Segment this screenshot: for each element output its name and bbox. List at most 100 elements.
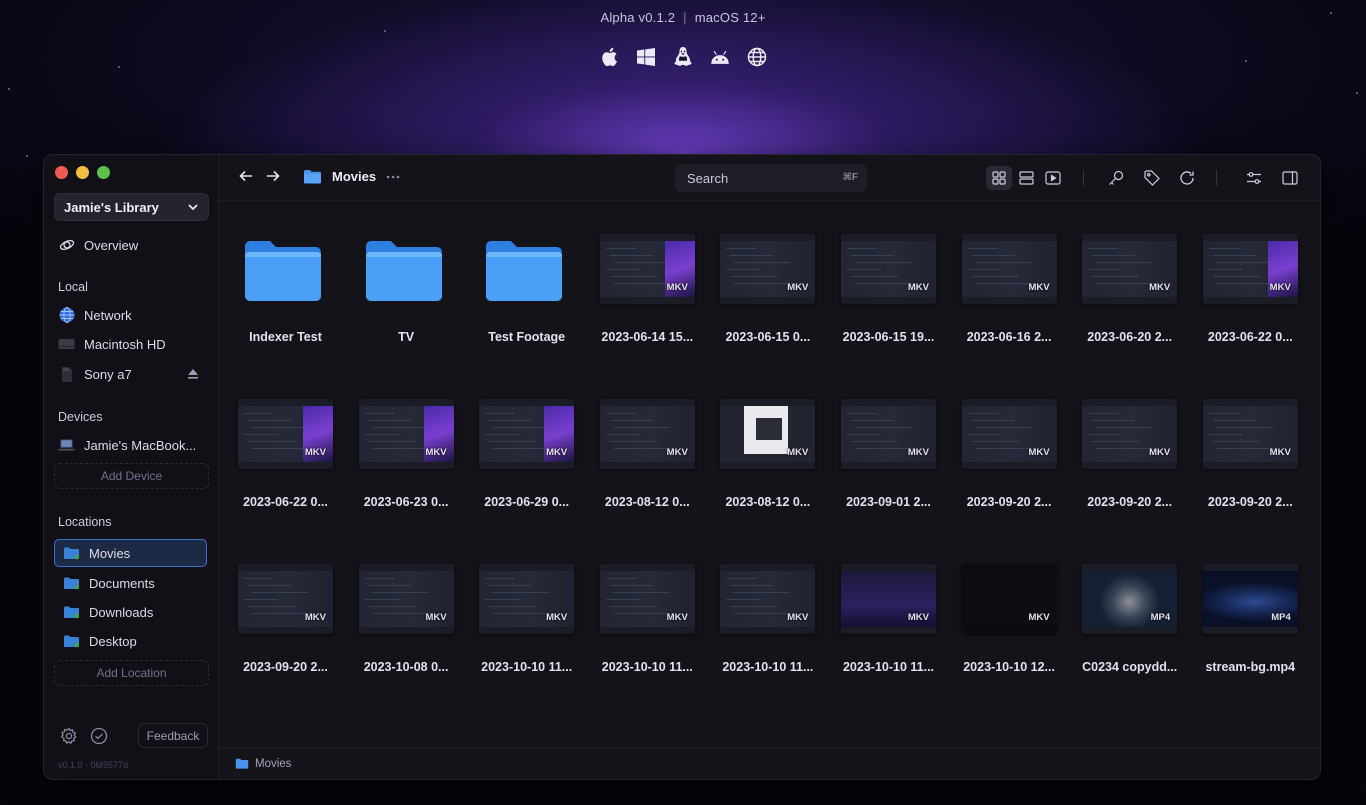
file-type-badge: MKV: [787, 282, 809, 293]
sidebar-item-sony-a7[interactable]: Sony a7: [58, 364, 132, 384]
file-name: 2023-09-20 2...: [243, 660, 328, 674]
video-item[interactable]: MKV 2023-08-12 0...: [587, 367, 708, 517]
sidebar-toggle-icon[interactable]: [1282, 170, 1298, 186]
windows-icon[interactable]: [636, 47, 656, 67]
video-item[interactable]: MKV 2023-06-16 2...: [949, 202, 1070, 352]
devices-heading: Devices: [58, 410, 103, 424]
sidebar-item-downloads[interactable]: Downloads: [63, 602, 153, 622]
video-thumbnail: MKV: [841, 564, 936, 634]
file-type-badge: MKV: [546, 447, 568, 458]
grid-view-icon[interactable]: [986, 166, 1012, 190]
video-item[interactable]: MKV 2023-06-22 0...: [225, 367, 346, 517]
file-name: Indexer Test: [249, 330, 322, 344]
check-circle-icon[interactable]: [90, 727, 108, 745]
video-item[interactable]: MP4 stream-bg.mp4: [1190, 532, 1311, 682]
folder-item[interactable]: TV: [346, 202, 467, 352]
video-item[interactable]: MKV 2023-06-20 2...: [1069, 202, 1190, 352]
sidebar-item-desktop[interactable]: Desktop: [63, 631, 137, 651]
folder-item[interactable]: Indexer Test: [225, 202, 346, 352]
file-name: 2023-06-14 15...: [601, 330, 694, 344]
video-thumbnail: MP4: [1082, 564, 1178, 634]
sidebar-item-macbook[interactable]: Jamie's MacBook...: [58, 435, 196, 455]
video-item[interactable]: MKV 2023-10-10 12...: [949, 532, 1070, 682]
video-thumbnail: MKV: [720, 234, 816, 304]
toolbar-divider: [1083, 170, 1084, 186]
video-item[interactable]: MKV 2023-06-23 0...: [346, 367, 467, 517]
add-device-button[interactable]: Add Device: [54, 463, 209, 489]
library-selector[interactable]: Jamie's Library: [54, 193, 209, 221]
sidebar-item-macintosh-hd[interactable]: Macintosh HD: [58, 334, 166, 354]
sidebar-item-movies[interactable]: Movies: [63, 543, 130, 563]
key-icon[interactable]: [1108, 170, 1124, 186]
video-thumbnail: MKV: [599, 564, 695, 634]
video-item[interactable]: MKV 2023-06-14 15...: [587, 202, 708, 352]
sidebar-item-network[interactable]: Network: [58, 305, 132, 325]
file-name: 2023-09-20 2...: [1207, 495, 1293, 509]
video-item[interactable]: MKV 2023-10-10 11...: [466, 532, 587, 682]
folder-icon: [304, 170, 321, 184]
macintosh-hd-label: Macintosh HD: [84, 336, 166, 352]
file-type-badge: MKV: [1269, 282, 1291, 293]
sd-card-icon: [58, 366, 75, 383]
drive-icon: [58, 336, 75, 353]
video-item[interactable]: MKV 2023-09-20 2...: [1069, 367, 1190, 517]
sidebar-item-overview[interactable]: Overview: [58, 235, 138, 255]
status-path: Movies: [255, 757, 292, 770]
video-item[interactable]: MKV 2023-06-15 19...: [828, 202, 949, 352]
video-thumbnail: MKV: [479, 399, 575, 469]
apple-icon[interactable]: [599, 47, 619, 67]
star: [1356, 92, 1358, 94]
video-item[interactable]: MP4 C0234 copydd...: [1069, 532, 1190, 682]
video-item[interactable]: MKV 2023-10-10 11...: [828, 532, 949, 682]
refresh-icon[interactable]: [1179, 170, 1195, 186]
chevron-down-icon: [188, 204, 198, 211]
explorer: Movies Search ⌘F Indexer Test TV Test Fo…: [219, 155, 1320, 779]
more-icon[interactable]: [386, 175, 400, 179]
gear-icon[interactable]: [60, 727, 78, 745]
list-view-icon[interactable]: [1019, 171, 1034, 185]
video-thumbnail: MKV: [720, 564, 816, 634]
desktop-label: Desktop: [89, 633, 137, 649]
video-item[interactable]: MKV 2023-09-01 2...: [828, 367, 949, 517]
video-item[interactable]: MKV 2023-06-22 0...: [1190, 202, 1311, 352]
video-thumbnail: MKV: [720, 399, 816, 469]
media-view-icon[interactable]: [1045, 171, 1061, 185]
folder-icon: [63, 545, 80, 562]
web-icon[interactable]: [747, 47, 767, 67]
forward-arrow-icon[interactable]: [266, 169, 280, 183]
tag-icon[interactable]: [1144, 170, 1160, 186]
minimize-window-button[interactable]: [76, 166, 89, 179]
video-thumbnail: MP4: [1202, 564, 1298, 634]
video-item[interactable]: MKV 2023-10-08 0...: [346, 532, 467, 682]
network-label: Network: [84, 307, 132, 323]
video-item[interactable]: MKV 2023-06-29 0...: [466, 367, 587, 517]
feedback-button[interactable]: Feedback: [138, 723, 208, 748]
video-thumbnail: MKV: [238, 399, 333, 469]
close-window-button[interactable]: [55, 166, 68, 179]
video-item[interactable]: MKV 2023-10-10 11...: [587, 532, 708, 682]
file-name: 2023-06-15 19...: [842, 330, 935, 344]
android-icon[interactable]: [710, 47, 730, 67]
folder-item[interactable]: Test Footage: [466, 202, 587, 352]
file-type-badge: MP4: [1271, 612, 1291, 623]
window-controls: [55, 166, 110, 179]
settings-sliders-icon[interactable]: [1246, 170, 1262, 186]
sidebar-item-documents[interactable]: Documents: [63, 573, 155, 593]
linux-icon[interactable]: [673, 47, 693, 67]
video-item[interactable]: MKV 2023-09-20 2...: [225, 532, 346, 682]
platform-icons: [0, 47, 1366, 67]
video-item[interactable]: MKV 2023-08-12 0...: [707, 367, 828, 517]
video-item[interactable]: MKV 2023-06-15 0...: [707, 202, 828, 352]
video-item[interactable]: MKV 2023-10-10 11...: [707, 532, 828, 682]
eject-icon[interactable]: [187, 368, 199, 380]
folder-icon: [63, 604, 80, 621]
video-thumbnail: MKV: [358, 564, 454, 634]
back-arrow-icon[interactable]: [239, 169, 253, 183]
add-location-button[interactable]: Add Location: [54, 660, 209, 686]
video-item[interactable]: MKV 2023-09-20 2...: [1190, 367, 1311, 517]
breadcrumb[interactable]: Movies: [303, 169, 400, 184]
search-input[interactable]: Search ⌘F: [675, 164, 867, 192]
sidebar-footer: [60, 727, 108, 745]
zoom-window-button[interactable]: [97, 166, 110, 179]
video-item[interactable]: MKV 2023-09-20 2...: [949, 367, 1070, 517]
